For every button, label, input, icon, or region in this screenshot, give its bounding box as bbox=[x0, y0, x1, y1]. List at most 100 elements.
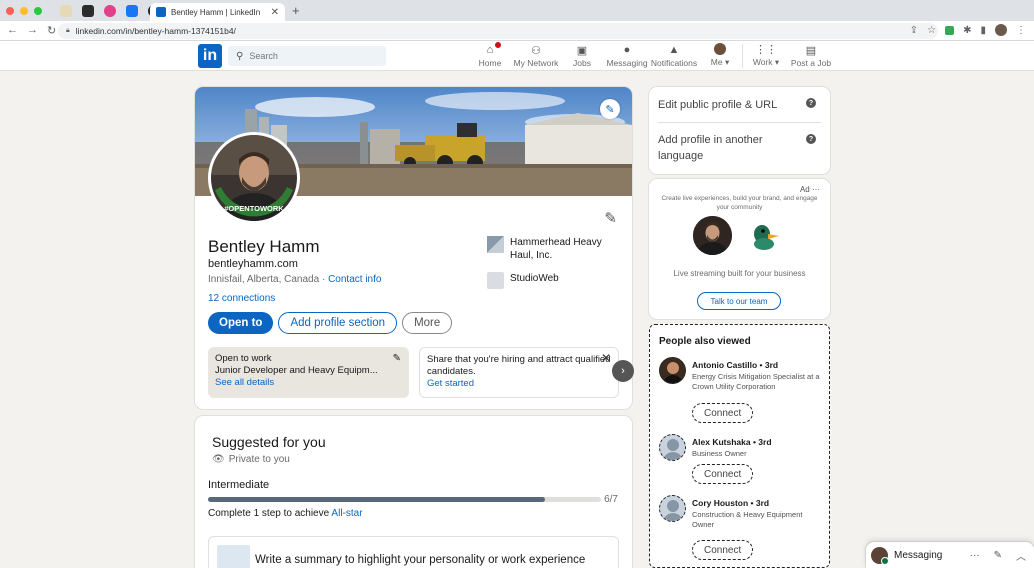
nav-me[interactable]: Me ▾ bbox=[707, 42, 733, 70]
profile-actions: Open to Add profile section More bbox=[208, 312, 453, 334]
privacy-note: 👁︎ Private to you bbox=[212, 454, 290, 465]
ad-tagline: Live streaming built for your business bbox=[673, 269, 806, 278]
new-tab-button[interactable]: + bbox=[292, 3, 300, 18]
profile-photo[interactable]: #OPENTOWORK bbox=[211, 135, 297, 221]
list-item[interactable]: Alex Kutshaka • 3rd Business Owner Conne… bbox=[659, 434, 824, 489]
get-started-link[interactable]: Get started bbox=[427, 378, 474, 389]
extension-icon[interactable] bbox=[945, 25, 955, 35]
close-tab-icon[interactable]: ✕ bbox=[271, 7, 279, 18]
profile-website[interactable]: bentleyhamm.com bbox=[208, 258, 298, 270]
nav-label: My Network bbox=[513, 58, 559, 68]
chevron-up-icon[interactable]: ︿ bbox=[1016, 548, 1026, 563]
back-arrow-icon[interactable]: ← bbox=[7, 24, 18, 37]
company-name: Hammerhead Heavy Haul, Inc. bbox=[510, 237, 602, 261]
contact-info-link[interactable]: Contact info bbox=[328, 274, 381, 285]
connect-button[interactable]: Connect bbox=[692, 403, 754, 423]
share-icon[interactable]: ⇪ bbox=[910, 25, 918, 36]
pinned-tab[interactable] bbox=[60, 4, 72, 17]
profile-photo-frame[interactable]: #OPENTOWORK bbox=[208, 132, 300, 224]
nav-notifications[interactable]: ▲ Notifications bbox=[649, 42, 699, 70]
extensions-area: ⇪ ☆ ✱ ▮ ⋮ bbox=[910, 24, 1026, 36]
puzzle-icon[interactable]: ✱ bbox=[963, 25, 971, 36]
pinned-tab[interactable] bbox=[126, 4, 138, 17]
avatar-body bbox=[663, 375, 683, 383]
compose-icon[interactable]: ✎ bbox=[994, 550, 1002, 561]
nav-home[interactable]: ⌂ Home bbox=[476, 41, 504, 70]
nav-my-network[interactable]: ⚇ My Network bbox=[511, 42, 561, 70]
edit-public-profile-link[interactable]: Edit public profile & URL bbox=[658, 97, 808, 113]
search-icon: ⚲ bbox=[236, 50, 244, 62]
list-item[interactable]: Antonio Castillo • 3rd Energy Crisis Mit… bbox=[659, 357, 824, 425]
linkedin-global-nav: in ⚲ ⌂ Home ⚇ My Network ▣ Jobs ● Messag… bbox=[0, 41, 1034, 71]
minimize-window-button[interactable] bbox=[20, 6, 28, 15]
search-box[interactable]: ⚲ bbox=[228, 46, 386, 66]
home-icon: ⌂ bbox=[483, 41, 502, 56]
edit-intro-pencil-icon[interactable]: ✎ bbox=[604, 209, 617, 227]
sidebar-icon[interactable]: ▮ bbox=[980, 25, 986, 36]
maximize-window-button[interactable] bbox=[34, 6, 42, 15]
eye-icon: 👁︎ bbox=[212, 454, 225, 465]
people-also-viewed-title: People also viewed bbox=[659, 336, 751, 347]
kebab-menu-icon[interactable]: ⋮ bbox=[1016, 25, 1026, 36]
connect-button[interactable]: Connect bbox=[692, 464, 754, 484]
ad-more-icon[interactable]: ··· bbox=[812, 185, 820, 194]
suggested-card: Suggested for you 👁︎ Private to you Inte… bbox=[195, 416, 632, 568]
add-language-profile-link[interactable]: Add profile in another language bbox=[658, 132, 788, 164]
see-all-details-link[interactable]: See all details bbox=[215, 377, 274, 388]
company-name: StudioWeb bbox=[510, 273, 559, 284]
close-window-button[interactable] bbox=[6, 6, 14, 15]
help-icon[interactable]: ? bbox=[806, 98, 816, 108]
person-headline: Construction & Heavy Equipment Owner bbox=[692, 510, 803, 529]
company-item[interactable]: Hammerhead Heavy Haul, Inc. bbox=[487, 236, 617, 262]
profile-settings-card: Edit public profile & URL ? Add profile … bbox=[649, 87, 830, 174]
avatar-body bbox=[663, 513, 683, 521]
open-to-work-roles: Junior Developer and Heavy Equipm... bbox=[215, 365, 378, 376]
messaging-label: Messaging bbox=[894, 549, 943, 561]
active-tab[interactable]: Bentley Hamm | LinkedIn ✕ bbox=[150, 3, 285, 21]
nav-jobs[interactable]: ▣ Jobs bbox=[568, 42, 596, 70]
company-item[interactable]: StudioWeb bbox=[487, 272, 617, 289]
company-logo bbox=[487, 236, 504, 253]
profile-avatar[interactable] bbox=[995, 24, 1007, 36]
connections-link[interactable]: 12 connections bbox=[208, 293, 275, 304]
more-options-icon[interactable]: ··· bbox=[970, 550, 980, 561]
connect-button[interactable]: Connect bbox=[692, 540, 754, 560]
nav-post-a-job[interactable]: ▤ Post a Job bbox=[789, 42, 833, 70]
more-button[interactable]: More bbox=[402, 312, 453, 334]
nav-label-wrap: Work ▾ bbox=[753, 57, 779, 68]
step-text-line: Complete 1 step to achieve All-star bbox=[208, 508, 363, 519]
add-profile-section-button[interactable]: Add profile section bbox=[278, 312, 398, 334]
search-input[interactable] bbox=[249, 51, 370, 61]
profile-card: ✎ #OPENTOWORK ✎ Bentley Hamm bentleyhamm… bbox=[195, 87, 632, 409]
messaging-overlay[interactable]: Messaging ··· ✎ ︿ bbox=[866, 542, 1034, 568]
people-also-viewed-card: People also viewed Antonio Castillo • 3r… bbox=[649, 324, 830, 568]
open-to-button[interactable]: Open to bbox=[208, 312, 274, 334]
bookmark-star-icon[interactable]: ☆ bbox=[927, 25, 936, 36]
address-bar[interactable]: 🔒︎ linkedin.com/in/bentley-hamm-1374151b… bbox=[58, 23, 938, 39]
nav-work[interactable]: ⋮⋮ Work ▾ bbox=[749, 42, 783, 70]
hiring-card[interactable]: Share that you're hiring and attract qua… bbox=[419, 347, 619, 398]
open-to-work-card[interactable]: Open to work Junior Developer and Heavy … bbox=[208, 347, 409, 398]
all-star-link[interactable]: All-star bbox=[331, 508, 362, 519]
linkedin-logo[interactable]: in bbox=[198, 44, 222, 68]
carousel-next-chevron-icon[interactable]: › bbox=[612, 360, 634, 382]
edit-cover-pencil-icon[interactable]: ✎ bbox=[600, 99, 620, 119]
pinned-tab[interactable] bbox=[82, 4, 94, 17]
reload-icon[interactable]: ↻ bbox=[47, 24, 56, 37]
me-avatar bbox=[714, 43, 726, 55]
post-job-icon: ▤ bbox=[805, 44, 817, 57]
privacy-text: Private to you bbox=[228, 454, 290, 465]
pinned-tab[interactable] bbox=[104, 4, 116, 17]
browser-tab-bar: Bentley Hamm | LinkedIn ✕ + bbox=[0, 0, 1034, 21]
list-item[interactable]: Cory Houston • 3rd Construction & Heavy … bbox=[659, 495, 824, 563]
help-icon[interactable]: ? bbox=[806, 134, 816, 144]
nav-messaging[interactable]: ● Messaging bbox=[605, 42, 649, 70]
edit-pencil-icon[interactable]: ✎ bbox=[393, 353, 401, 365]
divider bbox=[658, 122, 821, 123]
write-summary-prompt[interactable]: Write a summary to highlight your person… bbox=[208, 536, 619, 568]
forward-arrow-icon[interactable]: → bbox=[27, 24, 38, 37]
talk-to-our-team-button[interactable]: Talk to our team bbox=[697, 292, 781, 310]
caret-down-icon: ▾ bbox=[724, 57, 730, 67]
step-text: Complete 1 step to achieve bbox=[208, 508, 332, 519]
close-icon[interactable]: ✕ bbox=[601, 352, 611, 364]
